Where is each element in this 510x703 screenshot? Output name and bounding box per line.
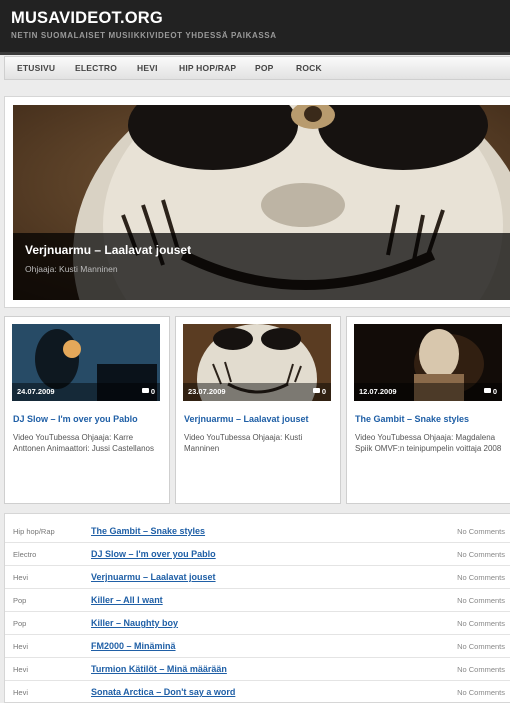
thumbnail-info-bar: 12.07.2009 0 (354, 383, 502, 401)
list-item: Hevi Turmion Kätilöt – Minä määrään No C… (5, 658, 510, 681)
thumbnail-info-bar: 24.07.2009 0 (12, 383, 160, 401)
list-item-title[interactable]: The Gambit – Snake styles (91, 526, 205, 536)
list-item: Hevi Sonata Arctica – Don't say a word N… (5, 681, 510, 703)
list-item-title[interactable]: FM2000 – Minäminä (91, 641, 176, 651)
header-divider (0, 52, 510, 55)
recent-videos-list: Hip hop/Rap The Gambit – Snake styles No… (4, 513, 510, 703)
video-card: 24.07.2009 0 DJ Slow – I'm over you Pabl… (4, 316, 170, 504)
list-item: Pop Killer – Naughty boy No Comments (5, 612, 510, 635)
nav-item-etusivu[interactable]: ETUSIVU (17, 63, 55, 73)
list-item-comments[interactable]: No Comments (457, 619, 505, 628)
list-item-title[interactable]: Killer – Naughty boy (91, 618, 178, 628)
video-thumbnail[interactable]: 12.07.2009 0 (354, 324, 502, 401)
list-item-comments[interactable]: No Comments (457, 527, 505, 536)
comment-count-value: 0 (321, 387, 326, 396)
video-title[interactable]: DJ Slow – I'm over you Pablo (13, 414, 138, 424)
video-date: 24.07.2009 (17, 387, 55, 396)
list-item: Hevi FM2000 – Minäminä No Comments (5, 635, 510, 658)
list-item-category: Hip hop/Rap (13, 527, 55, 536)
video-title[interactable]: Verjnuarmu – Laalavat jouset (184, 414, 309, 424)
list-item-title[interactable]: Killer – All I want (91, 595, 163, 605)
list-item-category: Pop (13, 596, 27, 605)
site-title[interactable]: MUSAVIDEOT.ORG (11, 9, 163, 28)
comment-icon (312, 388, 320, 393)
slider-indicator[interactable] (5, 273, 13, 280)
comment-count[interactable]: 0 (141, 387, 155, 396)
video-description: Video YouTubessa Ohjaaja: Karre Anttonen… (13, 433, 154, 453)
video-date: 12.07.2009 (359, 387, 397, 396)
site-header: MUSAVIDEOT.ORG NETIN SUOMALAISET MUSIIKK… (0, 0, 510, 52)
video-date: 23.07.2009 (188, 387, 226, 396)
featured-director: Ohjaaja: Kusti Manninen (25, 264, 118, 274)
nav-item-electro[interactable]: ELECTRO (75, 63, 117, 73)
video-description: Video YouTubessa Ohjaaja: Kusti Manninen (184, 433, 303, 453)
site-tagline: NETIN SUOMALAISET MUSIIKKIVIDEOT YHDESSÄ… (11, 31, 277, 40)
video-title[interactable]: The Gambit – Snake styles (355, 414, 469, 424)
list-item-comments[interactable]: No Comments (457, 642, 505, 651)
list-item-comments[interactable]: No Comments (457, 596, 505, 605)
video-card: 12.07.2009 0 The Gambit – Snake styles V… (346, 316, 510, 504)
list-item-title[interactable]: Sonata Arctica – Don't say a word (91, 687, 235, 697)
video-card: 23.07.2009 0 Verjnuarmu – Laalavat jouse… (175, 316, 341, 504)
featured-video-image[interactable]: Verjnuarmu – Laalavat jouset Ohjaaja: Ku… (13, 105, 510, 300)
video-description: Video YouTubessa Ohjaaja: Magdalena Spii… (355, 433, 502, 453)
comment-icon (141, 388, 149, 393)
nav-item-hiphop-rap[interactable]: HIP HOP/RAP (179, 63, 236, 73)
comment-count[interactable]: 0 (312, 387, 326, 396)
list-item-title[interactable]: DJ Slow – I'm over you Pablo (91, 549, 216, 559)
nav-item-rock[interactable]: ROCK (296, 63, 322, 73)
list-item: Electro DJ Slow – I'm over you Pablo No … (5, 543, 510, 566)
list-item-category: Electro (13, 550, 37, 559)
list-item-category: Hevi (13, 642, 29, 651)
list-item-category: Hevi (13, 573, 29, 582)
list-item-category: Pop (13, 619, 27, 628)
comment-count[interactable]: 0 (483, 387, 497, 396)
featured-title[interactable]: Verjnuarmu – Laalavat jouset (25, 243, 191, 257)
featured-caption: Verjnuarmu – Laalavat jouset Ohjaaja: Ku… (13, 233, 510, 300)
list-item-comments[interactable]: No Comments (457, 573, 505, 582)
list-item-title[interactable]: Turmion Kätilöt – Minä määrään (91, 664, 227, 674)
list-item-title[interactable]: Verjnuarmu – Laalavat jouset (91, 572, 216, 582)
comment-count-value: 0 (150, 387, 155, 396)
list-item: Pop Killer – All I want No Comments (5, 589, 510, 612)
thumbnail-info-bar: 23.07.2009 0 (183, 383, 331, 401)
comment-icon (483, 388, 491, 393)
video-thumbnail[interactable]: 24.07.2009 0 (12, 324, 160, 401)
list-item-comments[interactable]: No Comments (457, 665, 505, 674)
list-item-category: Hevi (13, 688, 29, 697)
list-item: Hevi Verjnuarmu – Laalavat jouset No Com… (5, 566, 510, 589)
list-item: Hip hop/Rap The Gambit – Snake styles No… (5, 520, 510, 543)
nav-item-pop[interactable]: POP (255, 63, 274, 73)
list-item-comments[interactable]: No Comments (457, 550, 505, 559)
comment-count-value: 0 (492, 387, 497, 396)
list-item-category: Hevi (13, 665, 29, 674)
featured-video: Verjnuarmu – Laalavat jouset Ohjaaja: Ku… (4, 96, 510, 308)
video-thumbnail[interactable]: 23.07.2009 0 (183, 324, 331, 401)
main-nav: ETUSIVU ELECTRO HEVI HIP HOP/RAP POP ROC… (4, 56, 510, 80)
list-item-comments[interactable]: No Comments (457, 688, 505, 697)
nav-item-hevi[interactable]: HEVI (137, 63, 158, 73)
